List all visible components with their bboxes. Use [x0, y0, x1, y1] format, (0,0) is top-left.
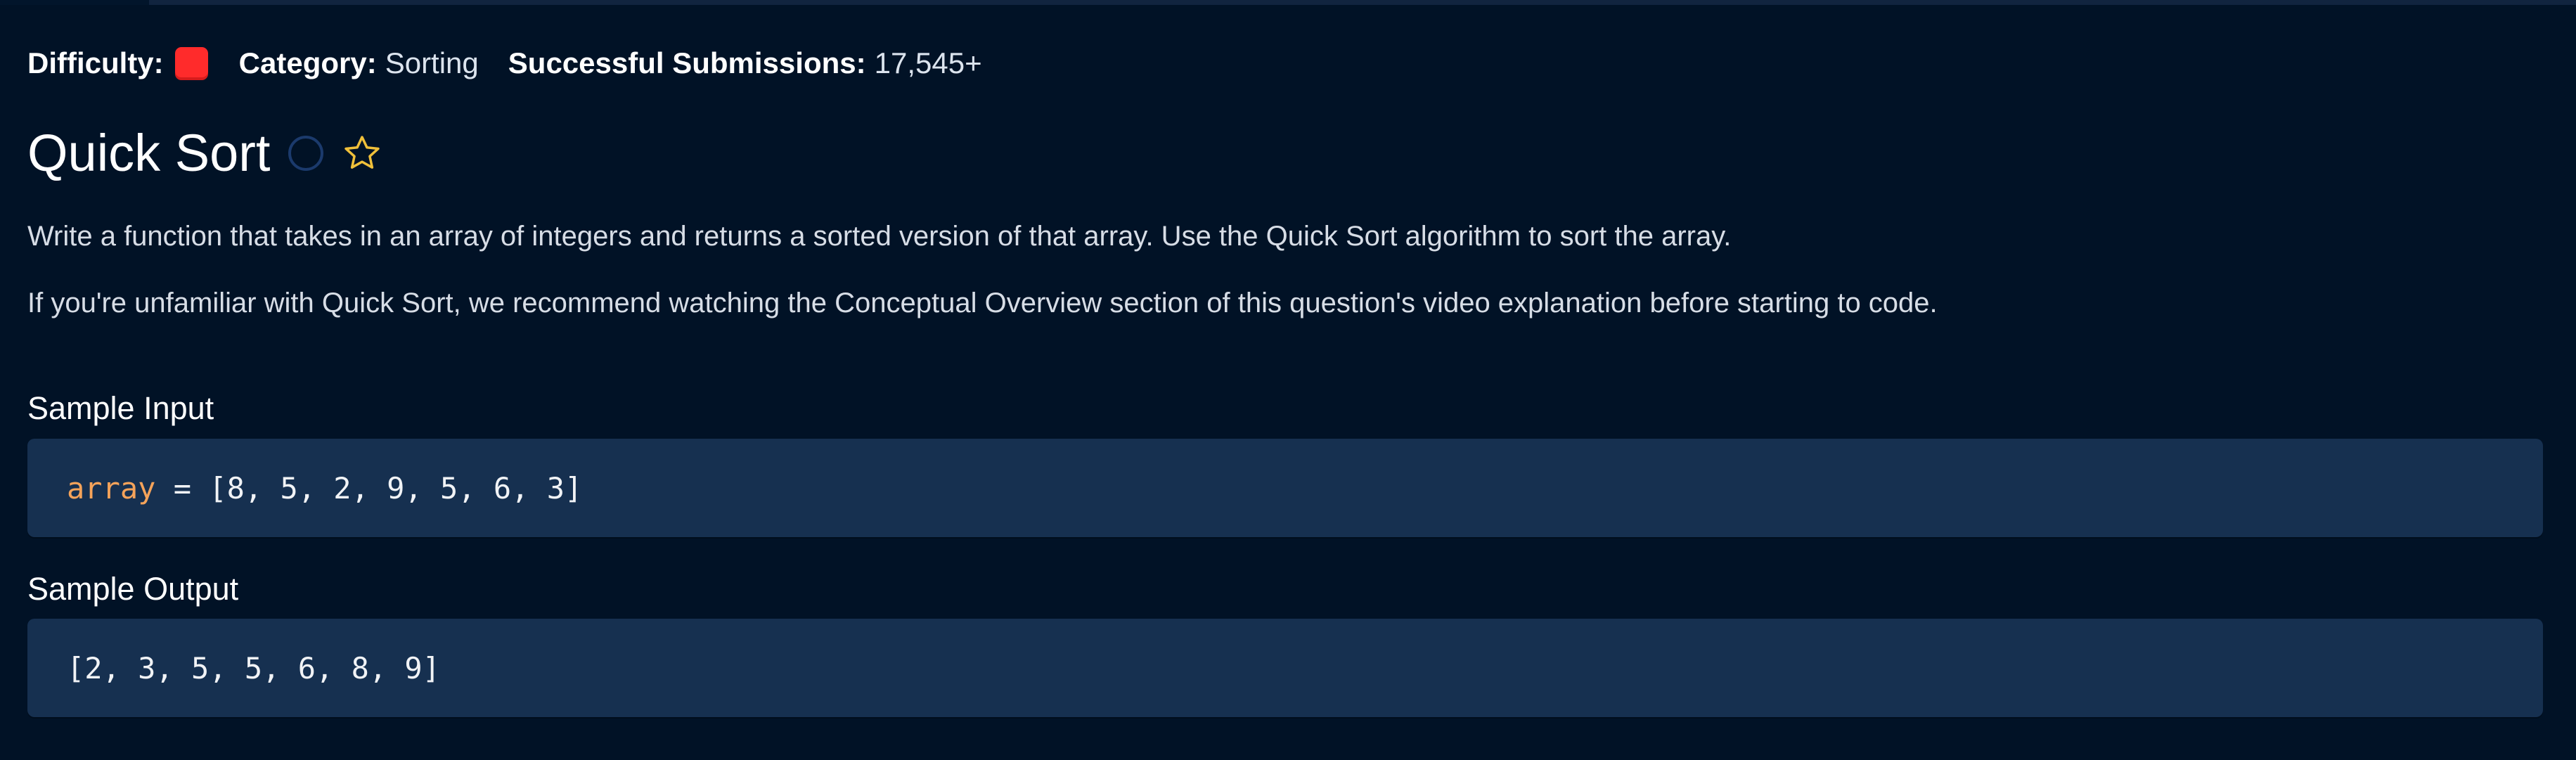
- difficulty-badge: [174, 46, 208, 80]
- top-tab-active-indicator: [0, 0, 149, 5]
- question-page: Difficulty: Category: Sorting Successful…: [0, 0, 2576, 760]
- input-variable: array: [67, 470, 156, 505]
- sample-output-code: [2, 3, 5, 5, 6, 8, 9]: [27, 619, 2543, 717]
- sample-input-code: array = [8, 5, 2, 9, 5, 6, 3]: [27, 439, 2543, 537]
- category-value: Sorting: [385, 46, 479, 79]
- category-label: Category:: [238, 46, 377, 79]
- input-operator: =: [155, 470, 210, 505]
- sample-output-heading: Sample Output: [27, 571, 239, 607]
- question-meta: Difficulty: Category: Sorting Successful…: [27, 44, 982, 83]
- input-value: [8, 5, 2, 9, 5, 6, 3]: [209, 470, 583, 505]
- description-paragraph: Write a function that takes in an array …: [27, 221, 1732, 252]
- difficulty-label: Difficulty:: [27, 46, 164, 79]
- submissions-label: Successful Submissions:: [508, 46, 866, 79]
- submissions-value: 17,545+: [874, 46, 982, 79]
- top-tab-strip: [0, 0, 2576, 5]
- question-title: Quick Sort: [27, 124, 271, 182]
- incomplete-circle-icon[interactable]: [288, 136, 324, 171]
- output-value: [2, 3, 5, 5, 6, 8, 9]: [67, 650, 441, 685]
- description-paragraph: If you're unfamiliar with Quick Sort, we…: [27, 288, 1938, 318]
- sample-input-heading: Sample Input: [27, 390, 214, 426]
- star-outline-icon[interactable]: [340, 131, 384, 175]
- title-row: Quick Sort: [27, 121, 384, 186]
- question-description: Write a function that takes in an array …: [27, 219, 2544, 320]
